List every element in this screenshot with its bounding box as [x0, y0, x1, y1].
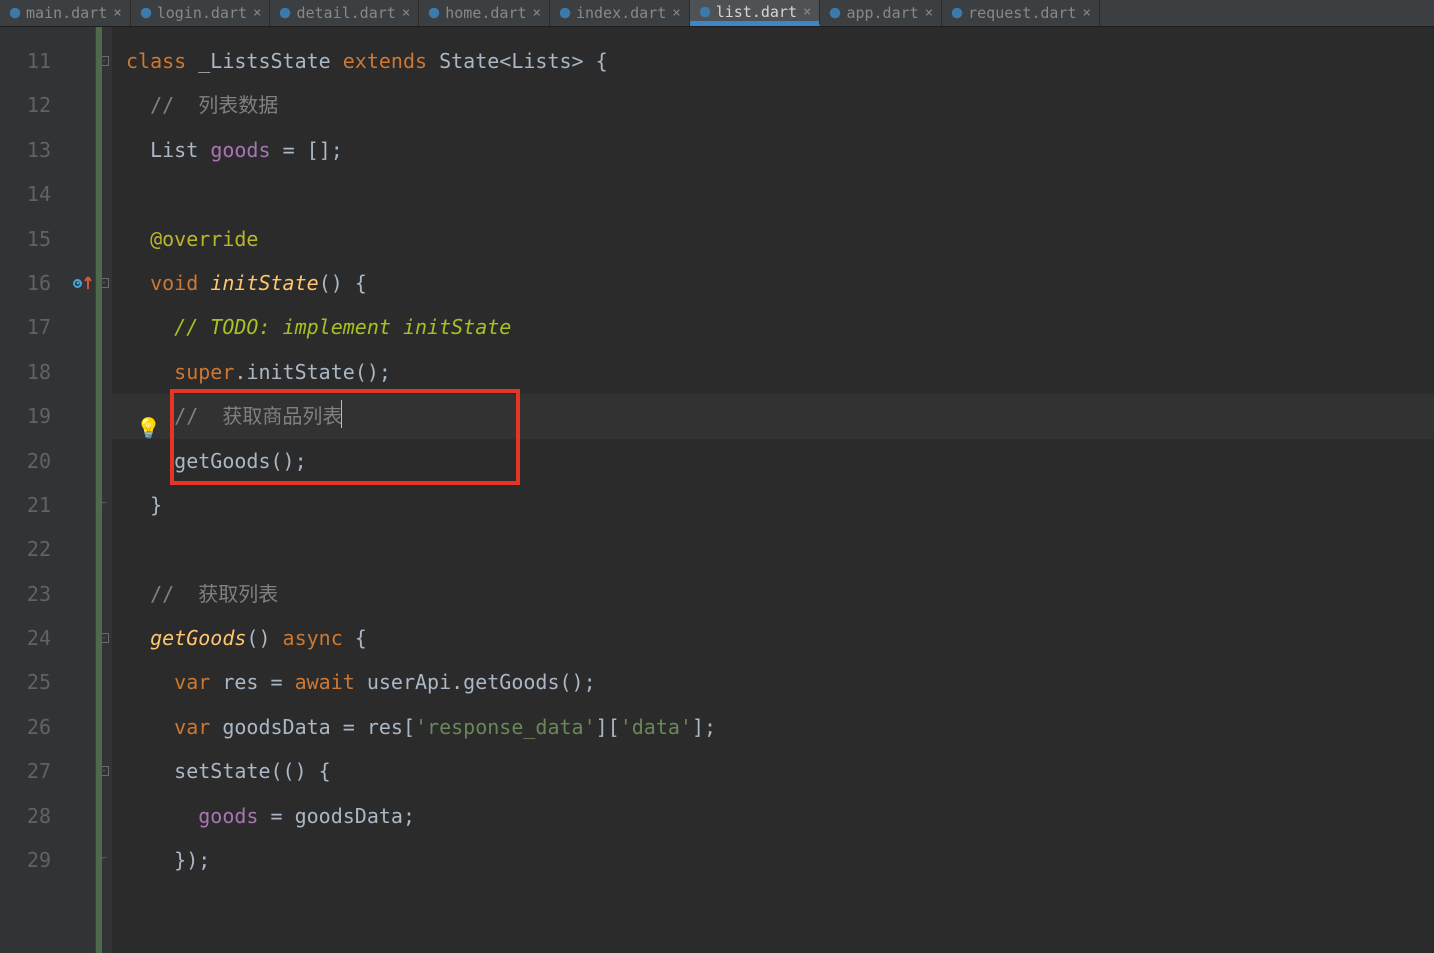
dart-file-icon	[8, 6, 22, 20]
line-number[interactable]: 27	[0, 749, 95, 793]
dart-file-icon	[278, 6, 292, 20]
line-number[interactable]: 18	[0, 350, 95, 394]
code-line[interactable]: @override	[112, 217, 1434, 261]
gutter: 11 12 13 14 15 16 17 18 19 20 21 22 23 2…	[0, 27, 96, 953]
code-line[interactable]: void initState() {	[112, 261, 1434, 305]
code-line[interactable]: }	[112, 483, 1434, 527]
code-line[interactable]	[112, 172, 1434, 216]
line-number[interactable]: 15	[0, 217, 95, 261]
code-line[interactable]: // TODO: implement initState	[112, 305, 1434, 349]
line-number[interactable]: 19	[0, 394, 95, 438]
line-number[interactable]: 22	[0, 527, 95, 571]
tab-main[interactable]: main.dart×	[0, 0, 131, 26]
line-number[interactable]: 16	[0, 261, 95, 305]
tab-login[interactable]: login.dart×	[131, 0, 271, 26]
override-gutter-icon[interactable]	[73, 275, 93, 291]
close-icon[interactable]: ×	[113, 5, 121, 21]
line-number[interactable]: 17	[0, 305, 95, 349]
code-line[interactable]: List goods = [];	[112, 128, 1434, 172]
change-bar	[96, 27, 102, 953]
code-line[interactable]: // 列表数据	[112, 83, 1434, 127]
code-editor: 11 12 13 14 15 16 17 18 19 20 21 22 23 2…	[0, 27, 1434, 953]
line-number[interactable]: 23	[0, 572, 95, 616]
editor-tabs: main.dart× login.dart× detail.dart× home…	[0, 0, 1434, 27]
close-icon[interactable]: ×	[253, 5, 261, 21]
tab-detail[interactable]: detail.dart×	[270, 0, 419, 26]
line-number[interactable]: 29	[0, 838, 95, 882]
line-number[interactable]: 25	[0, 660, 95, 704]
code-line[interactable]: var goodsData = res['response_data']['da…	[112, 705, 1434, 749]
line-number[interactable]: 11	[0, 39, 95, 83]
dart-file-icon	[558, 6, 572, 20]
close-icon[interactable]: ×	[402, 5, 410, 21]
code-line[interactable]: getGoods() async {	[112, 616, 1434, 660]
code-line[interactable]: getGoods();	[112, 439, 1434, 483]
dart-file-icon	[427, 6, 441, 20]
line-number[interactable]: 28	[0, 794, 95, 838]
close-icon[interactable]: ×	[672, 5, 680, 21]
dart-file-icon	[828, 6, 842, 20]
line-number[interactable]: 14	[0, 172, 95, 216]
line-number[interactable]: 21	[0, 483, 95, 527]
close-icon[interactable]: ×	[533, 5, 541, 21]
line-number[interactable]: 24	[0, 616, 95, 660]
line-number[interactable]: 26	[0, 705, 95, 749]
line-number[interactable]: 12	[0, 83, 95, 127]
code-line[interactable]	[112, 527, 1434, 571]
tab-app[interactable]: app.dart×	[820, 0, 942, 26]
dart-file-icon	[698, 5, 712, 19]
tab-list[interactable]: list.dart×	[690, 0, 821, 26]
line-number[interactable]: 20	[0, 439, 95, 483]
fold-column: - - ⌐ - - ⌐	[96, 27, 112, 953]
text-caret	[341, 400, 342, 428]
code-line[interactable]: var res = await userApi.getGoods();	[112, 660, 1434, 704]
code-line[interactable]: setState(() {	[112, 749, 1434, 793]
code-line[interactable]: // 获取列表	[112, 572, 1434, 616]
dart-file-icon	[950, 6, 964, 20]
close-icon[interactable]: ×	[1083, 5, 1091, 21]
code-area[interactable]: class _ListsState extends State<Lists> {…	[112, 27, 1434, 953]
line-number[interactable]: 13	[0, 128, 95, 172]
code-line[interactable]: });	[112, 838, 1434, 882]
code-line[interactable]: goods = goodsData;	[112, 794, 1434, 838]
tab-index[interactable]: index.dart×	[550, 0, 690, 26]
tab-home[interactable]: home.dart×	[419, 0, 550, 26]
code-line[interactable]: class _ListsState extends State<Lists> {	[112, 39, 1434, 83]
close-icon[interactable]: ×	[925, 5, 933, 21]
tab-request[interactable]: request.dart×	[942, 0, 1100, 26]
close-icon[interactable]: ×	[803, 4, 811, 20]
code-line[interactable]: super.initState();	[112, 350, 1434, 394]
dart-file-icon	[139, 6, 153, 20]
code-line-current[interactable]: 💡 // 获取商品列表	[112, 394, 1434, 438]
